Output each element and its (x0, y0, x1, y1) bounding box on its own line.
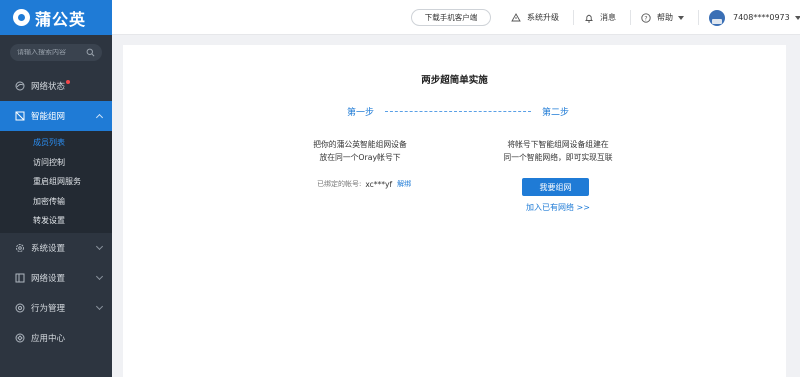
submenu-item-encryption[interactable]: 加密传输 (0, 192, 112, 212)
search-input[interactable] (17, 49, 86, 56)
logo[interactable]: 蒲公英 (0, 0, 112, 35)
step1-description: 把你的蒲公英智能组网设备 放在同一个Oray帐号下 (300, 138, 420, 164)
step-connector (385, 111, 531, 112)
gear-icon (15, 243, 25, 253)
messages-button[interactable]: 消息 (584, 0, 616, 35)
join-network-link[interactable]: 加入已有网络 >> (526, 202, 590, 213)
sidebar-item-behavior-management[interactable]: 行为管理 (0, 293, 112, 323)
unbind-link[interactable]: 解绑 (397, 179, 411, 189)
smart-network-icon (15, 111, 25, 121)
messages-label: 消息 (600, 13, 616, 22)
sidebar-item-app-center[interactable]: 应用中心 (0, 323, 112, 353)
sidebar-item-label: 应用中心 (31, 333, 66, 344)
bound-account-value: xc***yf (365, 179, 393, 189)
system-upgrade-label: 系统升级 (527, 13, 559, 22)
network-settings-icon (15, 273, 25, 283)
divider (698, 10, 699, 25)
bound-account-label: 已绑定的帐号: (317, 180, 362, 188)
step2-desc-line: 同一个智能网络，即可实现互联 (503, 153, 613, 162)
avatar (709, 9, 725, 26)
help-menu[interactable]: ? 帮助 (641, 0, 684, 35)
step2-desc-line: 将帐号下智能组网设备组建在 (507, 140, 609, 149)
search-icon[interactable] (86, 48, 95, 57)
sidebar-item-system-settings[interactable]: 系统设置 (0, 233, 112, 263)
sidebar-item-network-settings[interactable]: 网络设置 (0, 263, 112, 293)
submenu-item-label: 加密传输 (33, 196, 65, 206)
step1-desc-line: 放在同一个Oray帐号下 (319, 153, 401, 162)
step1-desc-line: 把你的蒲公英智能组网设备 (313, 140, 407, 149)
step2-label: 第二步 (542, 108, 570, 118)
sidebar-item-label: 网络状态 (31, 82, 66, 92)
chevron-up-icon (95, 113, 104, 122)
help-icon: ? (641, 12, 651, 23)
submenu-item-member-list[interactable]: 成员列表 (0, 133, 112, 153)
behavior-icon (15, 303, 25, 313)
bound-account: 已绑定的帐号: xc***yf 解绑 (317, 179, 411, 189)
submenu-item-label: 成员列表 (33, 138, 65, 148)
sidebar-item-smart-network[interactable]: 智能组网 (0, 101, 112, 131)
submenu-item-label: 访问控制 (33, 157, 65, 167)
download-app-button[interactable]: 下载手机客户端 (411, 9, 491, 26)
submenu-item-access-control[interactable]: 访问控制 (0, 153, 112, 173)
chevron-down-icon (95, 272, 104, 280)
logo-text: 蒲公英 (35, 9, 87, 29)
submenu-item-label: 转发设置 (33, 216, 65, 226)
divider (630, 10, 631, 25)
divider (573, 10, 574, 25)
notification-dot (66, 80, 70, 84)
account-menu[interactable]: 7408****0973 (709, 0, 800, 35)
bell-icon (585, 14, 593, 22)
app-center-icon (15, 333, 25, 343)
search-box (10, 44, 102, 61)
sidebar-item-label: 网络设置 (31, 273, 66, 284)
help-label: 帮助 (657, 13, 673, 22)
caret-down-icon (794, 15, 800, 20)
system-upgrade-button[interactable]: 系统升级 (511, 0, 559, 35)
caret-down-icon (678, 15, 684, 20)
submenu-item-label: 重启组网服务 (33, 177, 81, 187)
top-bar: 下载手机客户端 系统升级 消息 ? 帮助 7408****0973 (112, 0, 800, 35)
main-card: 两步超简单实施 第一步 第二步 把你的蒲公英智能组网设备 放在同一个Oray帐号… (123, 45, 786, 377)
sidebar-item-label: 智能组网 (31, 112, 66, 122)
submenu-item-forwarding[interactable]: 转发设置 (0, 211, 112, 231)
submenu-item-restart-service[interactable]: 重启组网服务 (0, 172, 112, 192)
chevron-down-icon (95, 242, 104, 250)
account-label: 7408****0973 (733, 13, 790, 22)
network-status-icon (15, 81, 25, 91)
create-network-button[interactable]: 我要组网 (522, 178, 589, 196)
upgrade-icon (511, 12, 521, 21)
page-title: 两步超简单实施 (421, 75, 488, 86)
logo-icon (13, 9, 30, 26)
step2-description: 将帐号下智能组网设备组建在 同一个智能网络，即可实现互联 (488, 138, 628, 164)
submenu: 成员列表 访问控制 重启组网服务 加密传输 转发设置 (0, 131, 112, 233)
sidebar-item-network-status[interactable]: 网络状态 (0, 71, 112, 101)
step1-label: 第一步 (347, 108, 375, 118)
sidebar-item-label: 行为管理 (31, 303, 66, 314)
sidebar-item-label: 系统设置 (31, 243, 66, 254)
svg-text:?: ? (644, 15, 647, 22)
sidebar: 蒲公英 网络状态 智能组网 成员列表 访问控制 重启组网服务 加密传输 转发设置… (0, 0, 112, 377)
chevron-down-icon (95, 302, 104, 310)
